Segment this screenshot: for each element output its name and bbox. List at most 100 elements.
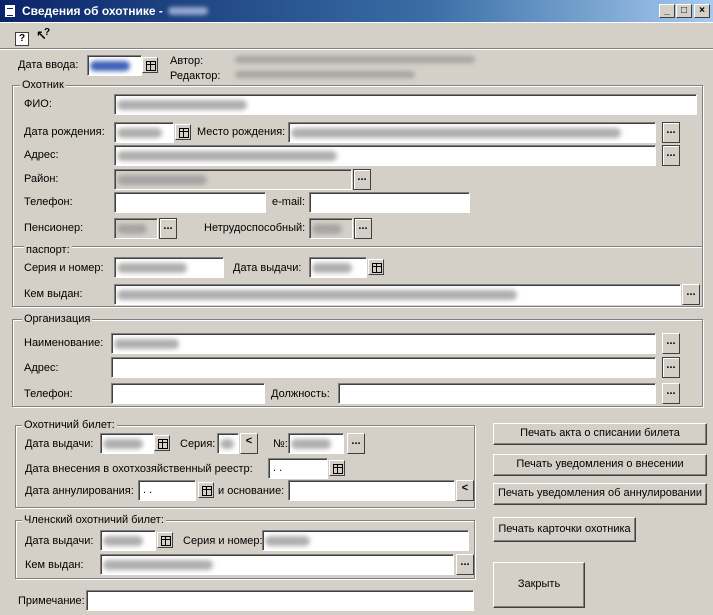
member-ticket-group-title: Членский охотничий билет: [22, 514, 166, 526]
cancel-reason-label: и основание: [218, 485, 285, 497]
birth-place-browse-button[interactable]: ... [662, 122, 680, 143]
email-field[interactable] [309, 192, 470, 213]
entry-date-label: Дата ввода: [18, 59, 79, 71]
ticket-number-label: №: [273, 438, 288, 450]
member-series-number-field[interactable] [262, 530, 469, 551]
birth-date-label: Дата рождения: [24, 126, 105, 138]
district-field[interactable] [114, 169, 352, 190]
member-issue-date-field[interactable] [100, 530, 156, 551]
passport-issued-by-field[interactable] [114, 284, 681, 305]
fio-field[interactable] [114, 94, 697, 115]
member-series-number-label: Серия и номер: [183, 535, 263, 547]
window-title: Сведения об охотнике - [22, 4, 163, 18]
ticket-series-label: Серия: [180, 438, 216, 450]
maximize-button[interactable]: □ [676, 4, 692, 18]
organization-group-title: Организация [22, 313, 93, 325]
address-label: Адрес: [24, 149, 59, 161]
member-issued-by-field[interactable] [100, 554, 454, 575]
org-position-label: Должность: [271, 388, 330, 400]
toolbar-separator [0, 48, 713, 50]
member-issue-date-label: Дата выдачи: [25, 535, 94, 547]
calendar-icon[interactable] [175, 124, 191, 140]
entry-date-field[interactable] [87, 55, 142, 76]
passport-issue-date-label: Дата выдачи: [233, 262, 302, 274]
close-window-button[interactable]: × [694, 4, 710, 18]
pensioner-browse-button[interactable]: ... [159, 218, 177, 239]
disabled-label: Нетрудоспособный: [204, 222, 306, 234]
passport-separator [13, 246, 702, 248]
birth-date-field[interactable] [114, 122, 174, 143]
org-phone-label: Телефон: [24, 388, 73, 400]
whats-this-cursor-icon[interactable]: ↖? [33, 27, 53, 47]
cancel-reason-field[interactable] [288, 480, 455, 501]
calendar-icon[interactable] [157, 532, 173, 548]
help-icon[interactable]: ? [12, 29, 32, 49]
member-issued-by-label: Кем выдан: [25, 559, 84, 571]
fio-label: ФИО: [24, 98, 52, 110]
cancel-reason-arrow-button[interactable]: < [456, 480, 474, 501]
member-issued-by-browse-button[interactable]: ... [456, 554, 474, 575]
title-redacted [168, 7, 208, 15]
title-bar[interactable]: Сведения об охотнике - _ □ × [0, 0, 713, 22]
disabled-field[interactable] [309, 218, 353, 239]
phone-label: Телефон: [24, 196, 73, 208]
author-value [235, 56, 475, 66]
calendar-icon[interactable] [198, 482, 214, 498]
ticket-number-browse-button[interactable]: ... [347, 433, 365, 454]
calendar-icon[interactable] [368, 259, 384, 275]
hunter-group-title: Охотник [20, 79, 66, 91]
org-position-browse-button[interactable]: ... [662, 383, 680, 404]
print-hunter-card-button[interactable]: Печать карточки охотника [493, 517, 636, 542]
print-write-off-act-button[interactable]: Печать акта о списании билета [493, 423, 707, 445]
hunting-ticket-group-title: Охотничий билет: [22, 419, 117, 431]
app-icon [4, 4, 16, 18]
org-address-label: Адрес: [24, 362, 59, 374]
org-address-field[interactable] [111, 357, 656, 378]
author-label: Автор: [170, 55, 204, 67]
editor-value [235, 71, 415, 81]
cancel-date-label: Дата аннулирования: [25, 485, 134, 497]
ticket-issue-date-label: Дата выдачи: [25, 438, 94, 450]
org-address-browse-button[interactable]: ... [662, 357, 680, 378]
ticket-series-field[interactable] [217, 433, 239, 454]
calendar-icon[interactable] [154, 435, 170, 451]
phone-field[interactable] [114, 192, 266, 213]
registry-date-label: Дата внесения в охотхозяйственный реестр… [25, 463, 253, 475]
print-entry-notice-button[interactable]: Печать уведомления о внесении [493, 454, 707, 476]
editor-label: Редактор: [170, 70, 221, 82]
calendar-icon[interactable] [142, 57, 158, 73]
cancel-date-field[interactable]: . . [138, 480, 196, 501]
org-phone-field[interactable] [111, 383, 265, 404]
pensioner-field[interactable] [114, 218, 158, 239]
passport-issued-by-label: Кем выдан: [24, 288, 83, 300]
passport-title: паспорт: [24, 244, 72, 256]
org-name-field[interactable] [111, 333, 656, 354]
passport-series-number-field[interactable] [114, 257, 224, 278]
org-name-label: Наименование: [24, 337, 104, 349]
minimize-button[interactable]: _ [659, 4, 675, 18]
org-name-browse-button[interactable]: ... [662, 333, 680, 354]
birth-place-label: Место рождения: [197, 126, 286, 138]
note-field[interactable] [86, 590, 474, 611]
disabled-browse-button[interactable]: ... [354, 218, 372, 239]
close-button[interactable]: Закрыть [493, 562, 585, 608]
email-label: e-mail: [272, 196, 306, 208]
district-label: Район: [24, 173, 59, 185]
ticket-series-arrow-button[interactable]: < [240, 433, 258, 454]
note-label: Примечание: [18, 595, 85, 607]
org-position-field[interactable] [338, 383, 656, 404]
ticket-number-field[interactable] [288, 433, 344, 454]
calendar-icon[interactable] [329, 460, 345, 476]
title-divider [0, 22, 713, 23]
passport-issued-by-browse-button[interactable]: ... [682, 284, 700, 305]
address-browse-button[interactable]: ... [662, 145, 680, 166]
passport-series-number-label: Серия и номер: [24, 262, 104, 274]
district-browse-button[interactable]: ... [353, 169, 371, 190]
ticket-issue-date-field[interactable] [100, 433, 154, 454]
passport-issue-date-field[interactable] [309, 257, 367, 278]
address-field[interactable] [114, 145, 656, 166]
registry-date-field[interactable]: . . [268, 458, 328, 479]
birth-place-field[interactable] [288, 122, 656, 143]
pensioner-label: Пенсионер: [24, 222, 84, 234]
print-cancel-notice-button[interactable]: Печать уведомления об аннулировании [493, 483, 707, 505]
